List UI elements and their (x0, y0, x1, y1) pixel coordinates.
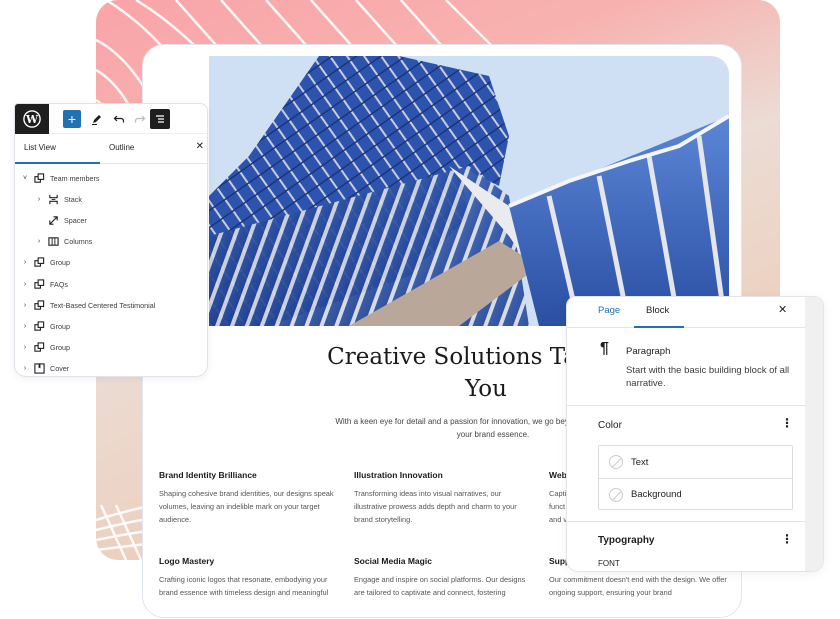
list-view-toggle-button[interactable] (150, 109, 170, 129)
list-item[interactable]: › Group (15, 316, 207, 337)
chevron-right-icon[interactable]: › (35, 196, 43, 203)
chevron-right-icon[interactable]: › (21, 259, 29, 266)
text-color-setting[interactable]: Text (599, 446, 792, 478)
group-icon (33, 278, 45, 290)
feature-logo-mastery: Logo Mastery Crafting iconic logos that … (159, 556, 339, 599)
close-inspector-button[interactable]: ✕ (778, 303, 787, 316)
columns-icon (47, 236, 59, 248)
redo-button[interactable] (130, 109, 150, 129)
list-item[interactable]: › Columns (15, 231, 207, 252)
group-icon (33, 320, 45, 332)
tab-list-view[interactable]: List View (24, 143, 56, 152)
group-icon (33, 341, 45, 353)
block-tree: ˅ Team members › Stack Spacer › Columns › Group ›… (15, 164, 207, 376)
group-icon (33, 257, 45, 269)
stack-icon (47, 194, 59, 206)
building-illustration (209, 56, 729, 326)
chevron-right-icon[interactable]: › (21, 302, 29, 309)
list-item[interactable]: › Stack (15, 189, 207, 210)
undo-button[interactable] (109, 109, 129, 129)
cover-icon (33, 362, 45, 374)
list-item-label: Columns (64, 237, 93, 247)
list-item-label: Group (50, 258, 70, 268)
chevron-right-icon[interactable]: › (21, 323, 29, 330)
color-options-button[interactable]: ⋮ (781, 416, 793, 430)
color-panel-title: Color (598, 420, 622, 431)
list-item-label: Group (50, 342, 70, 352)
background-color-setting[interactable]: Background (599, 478, 792, 510)
list-item[interactable]: › Group (15, 337, 207, 358)
typography-options-button[interactable]: ⋮ (781, 532, 793, 546)
list-item-label: FAQs (50, 279, 68, 289)
inspector-content: Page Block ✕ ¶ Paragraph Start with the … (567, 297, 807, 571)
feature-brand-identity: Brand Identity Brilliance Shaping cohesi… (159, 470, 339, 526)
feature-illustration: Illustration Innovation Transforming ide… (354, 470, 534, 526)
editor-toolbar: W + (15, 104, 207, 134)
hero-image (209, 56, 729, 326)
block-inspector-panel: Page Block ✕ ¶ Paragraph Start with the … (566, 296, 824, 572)
block-description: Start with the basic building block of a… (626, 365, 790, 389)
list-item-label: Group (50, 321, 70, 331)
typography-panel: Typography ⋮ FONT (567, 522, 806, 571)
wordpress-logo-icon: W (23, 110, 41, 128)
feature-title: Illustration Innovation (354, 470, 443, 480)
group-icon (33, 173, 45, 185)
list-item[interactable]: ˅ Team members (15, 168, 207, 189)
list-view-tabs: List View Outline ✕ (15, 134, 207, 164)
edit-tool-button[interactable] (87, 109, 107, 129)
background-color-label: Background (631, 489, 682, 500)
empty-swatch-icon (609, 487, 623, 502)
color-settings-group: Text Background (598, 445, 793, 510)
feature-text: Our commitment doesn't end with the desi… (549, 575, 727, 597)
group-icon (33, 299, 45, 311)
feature-title: Social Media Magic (354, 556, 432, 566)
list-view-panel: W + List View Outline ✕ ˅ Team members ›… (14, 103, 208, 377)
block-card: ¶ Paragraph Start with the basic buildin… (567, 328, 806, 406)
list-item[interactable]: Spacer (15, 210, 207, 231)
feature-text: Engage and inspire on social platforms. … (354, 575, 526, 597)
list-item[interactable]: › FAQs (15, 273, 207, 294)
list-item-label: Cover (50, 363, 70, 373)
inspector-tabs: Page Block ✕ (567, 297, 806, 328)
list-view-icon (156, 115, 164, 123)
block-title: Paragraph (626, 346, 671, 357)
feature-title: Logo Mastery (159, 556, 215, 566)
feature-title: Brand Identity Brilliance (159, 470, 257, 480)
chevron-right-icon[interactable]: › (35, 238, 43, 245)
feature-text: Crafting iconic logos that resonate, emb… (159, 575, 329, 597)
empty-swatch-icon (609, 455, 623, 469)
text-color-label: Text (631, 456, 649, 468)
tab-outline[interactable]: Outline (109, 143, 134, 152)
list-item-label: Stack (64, 195, 82, 205)
paragraph-icon: ¶ (600, 340, 609, 357)
pencil-icon (92, 115, 101, 125)
inspector-scrollbar[interactable] (805, 297, 823, 571)
list-item-label: Text-Based Centered Testimonial (50, 300, 156, 310)
tab-block[interactable]: Block (646, 305, 669, 316)
list-item[interactable]: › Group (15, 252, 207, 273)
wordpress-logo-button[interactable]: W (15, 104, 49, 134)
add-block-button[interactable]: + (63, 110, 81, 128)
chevron-right-icon[interactable]: › (21, 365, 29, 372)
list-item[interactable]: › Text-Based Centered Testimonial (15, 295, 207, 316)
chevron-down-icon[interactable]: ˅ (21, 175, 29, 182)
feature-text: Transforming ideas into visual narrative… (354, 489, 517, 524)
chevron-right-icon[interactable]: › (21, 344, 29, 351)
tab-page[interactable]: Page (598, 305, 620, 316)
list-item-label: Team members (50, 174, 100, 184)
chevron-right-icon[interactable]: › (21, 281, 29, 288)
redo-icon (134, 115, 146, 123)
color-panel: Color ⋮ Text Background (567, 406, 806, 522)
feature-text: Shaping cohesive brand identities, our d… (159, 489, 334, 524)
svg-text:W: W (25, 113, 39, 126)
spacer-icon (47, 215, 59, 227)
close-list-view-button[interactable]: ✕ (196, 141, 204, 152)
typography-panel-title: Typography (598, 535, 655, 546)
list-item-label: Spacer (64, 216, 87, 226)
undo-icon (113, 115, 125, 123)
font-label: FONT (598, 559, 620, 568)
list-item[interactable]: › Cover (15, 358, 207, 376)
feature-social-media: Social Media Magic Engage and inspire on… (354, 556, 534, 599)
